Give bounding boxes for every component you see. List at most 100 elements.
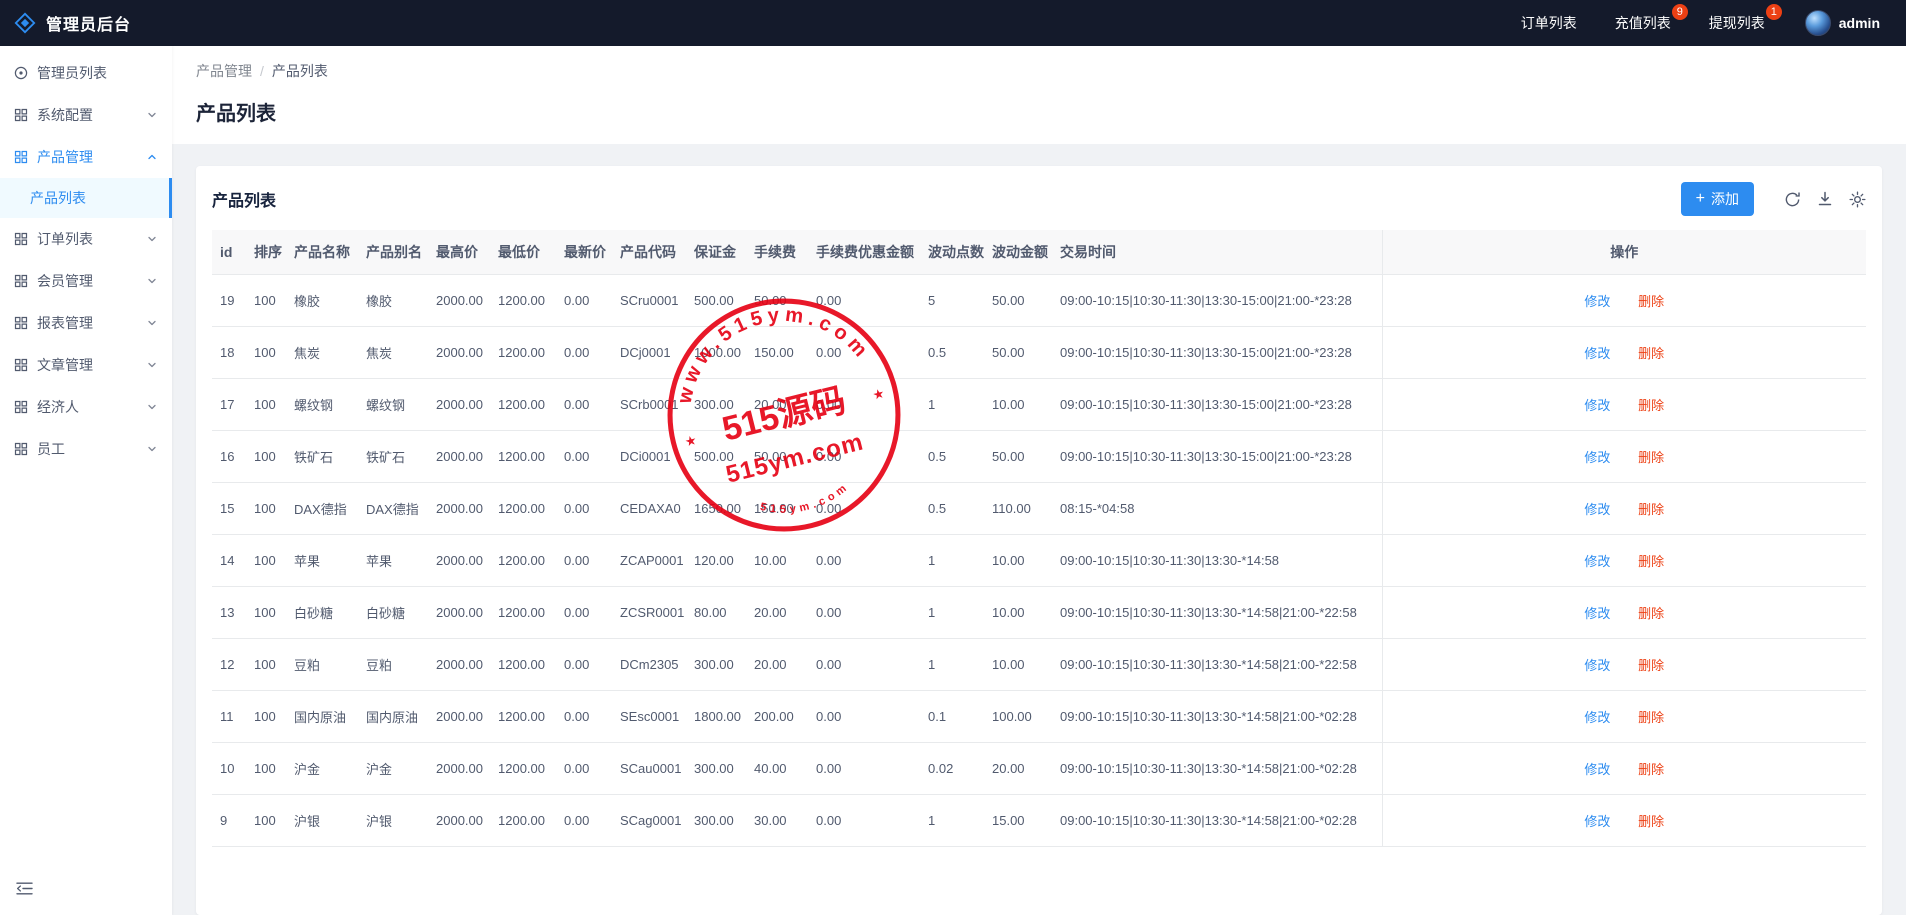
cell-product-name: 沪金	[286, 743, 358, 795]
settings-icon[interactable]	[1849, 191, 1866, 208]
cell-product-code: DCm2305	[612, 639, 686, 691]
sidebar-subitem-product-list[interactable]: 产品列表	[0, 178, 172, 218]
edit-link[interactable]: 修改	[1584, 554, 1610, 569]
col-latest-price: 最新价	[556, 230, 612, 275]
delete-link[interactable]: 删除	[1638, 710, 1664, 725]
edit-link[interactable]: 修改	[1584, 346, 1610, 361]
content-area: 产品列表 + 添加	[172, 144, 1906, 915]
edit-link[interactable]: 修改	[1584, 398, 1610, 413]
nav-recharge-list-label: 充值列表	[1615, 15, 1671, 31]
table-row: 10 100 沪金 沪金 2000.00 1200.00 0.00 SCau00…	[212, 743, 1866, 795]
delete-link[interactable]: 删除	[1638, 398, 1664, 413]
edit-link[interactable]: 修改	[1584, 814, 1610, 829]
nav-order-list[interactable]: 订单列表	[1521, 13, 1577, 33]
add-button-label: 添加	[1711, 189, 1739, 209]
delete-link[interactable]: 删除	[1638, 814, 1664, 829]
member-management-icon	[14, 274, 28, 288]
sidebar-footer	[0, 869, 172, 915]
edit-link[interactable]: 修改	[1584, 658, 1610, 673]
cell-fluctuation-amount: 50.00	[984, 275, 1052, 327]
collapse-sidebar-icon[interactable]	[16, 881, 33, 896]
cell-fluctuation-amount: 50.00	[984, 327, 1052, 379]
cell-fluctuation-amount: 20.00	[984, 743, 1052, 795]
sidebar-item-product-management[interactable]: 产品管理	[0, 136, 172, 178]
sidebar-item-order-list[interactable]: 订单列表	[0, 218, 172, 260]
sidebar-item-admin-list[interactable]: 管理员列表	[0, 52, 172, 94]
sidebar-item-report-management[interactable]: 报表管理	[0, 302, 172, 344]
add-button[interactable]: + 添加	[1681, 182, 1754, 216]
cell-actions: 修改 删除	[1382, 275, 1866, 327]
cell-low-price: 1200.00	[490, 327, 556, 379]
delete-link[interactable]: 删除	[1638, 606, 1664, 621]
cell-product-name: 豆粕	[286, 639, 358, 691]
col-fluctuation-point: 波动点数	[920, 230, 984, 275]
sidebar-item-label: 经济人	[37, 397, 79, 417]
cell-actions: 修改 删除	[1382, 483, 1866, 535]
delete-link[interactable]: 删除	[1638, 762, 1664, 777]
edit-link[interactable]: 修改	[1584, 710, 1610, 725]
sidebar-item-label: 文章管理	[37, 355, 93, 375]
cell-sort: 100	[246, 535, 286, 587]
col-fluctuation-amount: 波动金额	[984, 230, 1052, 275]
cell-product-code: ZCAP0001	[612, 535, 686, 587]
cell-sort: 100	[246, 743, 286, 795]
sidebar-item-article-management[interactable]: 文章管理	[0, 344, 172, 386]
cell-latest-price: 0.00	[556, 327, 612, 379]
cell-high-price: 2000.00	[428, 639, 490, 691]
edit-link[interactable]: 修改	[1584, 294, 1610, 309]
cell-fee-discount: 0.00	[808, 743, 920, 795]
breadcrumb-item-product-management[interactable]: 产品管理	[196, 61, 252, 81]
cell-fee: 150.00	[746, 327, 808, 379]
delete-link[interactable]: 删除	[1638, 554, 1664, 569]
edit-link[interactable]: 修改	[1584, 606, 1610, 621]
sidebar-item-label: 管理员列表	[37, 63, 107, 83]
cell-margin: 1650.00	[686, 483, 746, 535]
refresh-icon[interactable]	[1784, 191, 1801, 208]
col-product-alias: 产品别名	[358, 230, 428, 275]
cell-latest-price: 0.00	[556, 587, 612, 639]
edit-link[interactable]: 修改	[1584, 502, 1610, 517]
cell-high-price: 2000.00	[428, 795, 490, 847]
cell-id: 14	[212, 535, 246, 587]
card-title: 产品列表	[212, 187, 276, 211]
delete-link[interactable]: 删除	[1638, 346, 1664, 361]
cell-actions: 修改 删除	[1382, 535, 1866, 587]
cell-product-code: SCru0001	[612, 275, 686, 327]
nav-withdraw-list[interactable]: 提现列表 1	[1709, 13, 1765, 33]
cell-latest-price: 0.00	[556, 535, 612, 587]
cell-actions: 修改 删除	[1382, 795, 1866, 847]
cell-fee-discount: 0.00	[808, 483, 920, 535]
cell-margin: 120.00	[686, 535, 746, 587]
cell-sort: 100	[246, 639, 286, 691]
delete-link[interactable]: 删除	[1638, 658, 1664, 673]
user-menu[interactable]: admin	[1805, 10, 1880, 36]
withdraw-count-badge: 1	[1766, 4, 1782, 20]
cell-product-name: 苹果	[286, 535, 358, 587]
edit-link[interactable]: 修改	[1584, 450, 1610, 465]
article-management-icon	[14, 358, 28, 372]
cell-product-alias: 苹果	[358, 535, 428, 587]
export-icon[interactable]	[1817, 191, 1833, 207]
chevron-up-icon	[146, 151, 158, 163]
sidebar-item-staff[interactable]: 员工	[0, 428, 172, 470]
chevron-down-icon	[146, 233, 158, 245]
breadcrumb-separator: /	[260, 63, 264, 79]
sidebar-item-member-management[interactable]: 会员管理	[0, 260, 172, 302]
edit-link[interactable]: 修改	[1584, 762, 1610, 777]
cell-fluctuation-point: 0.5	[920, 483, 984, 535]
sidebar-item-system-config[interactable]: 系统配置	[0, 94, 172, 136]
cell-trade-time: 09:00-10:15|10:30-11:30|13:30-15:00|21:0…	[1052, 431, 1382, 483]
sidebar-subitem-label: 产品列表	[30, 188, 86, 208]
col-fee: 手续费	[746, 230, 808, 275]
delete-link[interactable]: 删除	[1638, 450, 1664, 465]
cell-latest-price: 0.00	[556, 379, 612, 431]
cell-low-price: 1200.00	[490, 587, 556, 639]
cell-fluctuation-amount: 10.00	[984, 587, 1052, 639]
sidebar-item-broker[interactable]: 经济人	[0, 386, 172, 428]
delete-link[interactable]: 删除	[1638, 502, 1664, 517]
col-margin: 保证金	[686, 230, 746, 275]
nav-recharge-list[interactable]: 充值列表 9	[1615, 13, 1671, 33]
table-header-row: id 排序 产品名称 产品别名 最高价 最低价 最新价 产品代码 保证金 手续费…	[212, 230, 1866, 275]
delete-link[interactable]: 删除	[1638, 294, 1664, 309]
table-row: 11 100 国内原油 国内原油 2000.00 1200.00 0.00 SE…	[212, 691, 1866, 743]
